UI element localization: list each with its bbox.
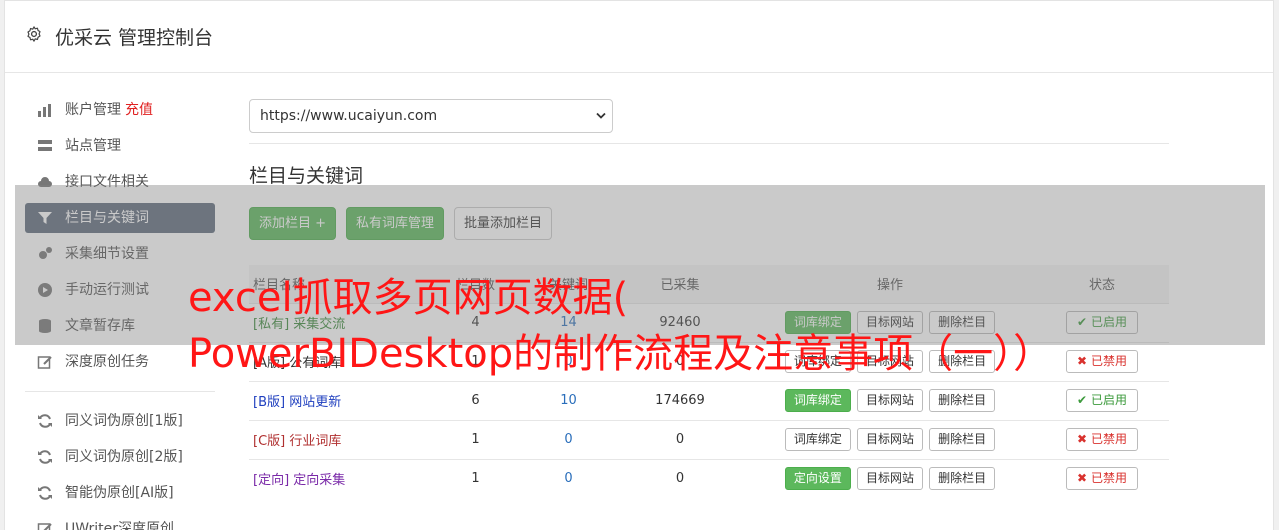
- lexicon-bind-button[interactable]: 定向设置: [784, 467, 851, 491]
- overlay-line-2: PowerBIDesktop的制作流程及注意事项（一））: [188, 331, 1054, 377]
- bar-chart-icon: [38, 104, 51, 117]
- delete-column-button[interactable]: 删除栏目: [929, 467, 996, 491]
- column-tag: [B版]: [253, 395, 286, 410]
- ops-cell: 词库绑定 目标网站 删除栏目: [745, 380, 1035, 420]
- table-row: [C版] 行业词库 1 0 0 词库绑定 目标网站 删除栏目 ✖ 已禁用: [249, 419, 1169, 459]
- ops-cell: 定向设置 目标网站 删除栏目: [745, 458, 1035, 498]
- close-icon: ✖: [1077, 471, 1088, 486]
- column-tag: [定向]: [253, 473, 290, 489]
- target-site-button[interactable]: 目标网站: [856, 467, 923, 491]
- ops-cell: 词库绑定 目标网站 删除栏目: [745, 419, 1035, 459]
- table-row: [定向] 定向采集 1 0 0 定向设置 目标网站 删除栏目 ✖ 已禁用: [249, 458, 1169, 498]
- column-name-cell[interactable]: [定向] 定向采集: [249, 458, 429, 498]
- chevron-down-icon: [596, 112, 606, 119]
- refresh-icon: [38, 414, 52, 428]
- delete-column-button[interactable]: 删除栏目: [929, 428, 996, 451]
- keyword-count-link[interactable]: 10: [522, 380, 615, 420]
- site-select[interactable]: https://www.ucaiyun.com: [249, 99, 613, 133]
- collected-count: 0: [615, 419, 745, 459]
- edit-icon: [37, 523, 52, 530]
- sidebar-divider: [25, 391, 215, 392]
- lexicon-bind-button[interactable]: 词库绑定: [784, 389, 851, 412]
- sidebar-item-label: 同义词伪原创[1版]: [65, 413, 183, 429]
- column-name: 定向采集: [293, 473, 346, 489]
- sidebar-item-uwriter[interactable]: UWriter深度原创: [25, 514, 215, 530]
- site-select-value: https://www.ucaiyun.com: [260, 108, 438, 124]
- sidebar-item-account[interactable]: 账户管理 充值: [25, 95, 215, 125]
- overlay-line-1: excel抓取多页网页数据(: [188, 275, 629, 321]
- status-label: 已禁用: [1090, 471, 1127, 486]
- status-toggle-button[interactable]: ✔ 已启用: [1066, 389, 1138, 412]
- column-name-cell[interactable]: [B版] 网站更新: [249, 380, 429, 420]
- recharge-link[interactable]: 充值: [125, 102, 153, 118]
- close-icon: ✖: [1077, 432, 1088, 446]
- server-icon: [38, 140, 52, 151]
- page-title: 优采云 管理控制台: [55, 27, 214, 49]
- edit-icon: [37, 356, 52, 369]
- sidebar-item-label: 账户管理: [65, 102, 121, 118]
- column-count: 1: [429, 419, 522, 459]
- target-site-button[interactable]: 目标网站: [856, 389, 923, 412]
- status-label: 已禁用: [1090, 432, 1127, 446]
- divider: [249, 143, 1169, 144]
- sidebar-item-synonym-v2[interactable]: 同义词伪原创[2版]: [25, 442, 215, 472]
- keyword-count-link[interactable]: 0: [522, 419, 615, 459]
- sidebar-item-label: UWriter深度原创: [65, 521, 174, 530]
- collected-count: 0: [615, 458, 745, 498]
- status-cell: ✔ 已启用: [1035, 380, 1169, 420]
- keyword-count-link[interactable]: 0: [522, 458, 615, 498]
- section-title: 栏目与关键词: [249, 165, 364, 187]
- column-tag: [C版]: [253, 434, 286, 449]
- column-name: 行业词库: [289, 434, 342, 449]
- sidebar-item-label: 智能伪原创[AI版]: [65, 485, 174, 501]
- column-name-cell[interactable]: [C版] 行业词库: [249, 419, 429, 459]
- column-count: 6: [429, 380, 522, 420]
- delete-column-button[interactable]: 删除栏目: [929, 389, 996, 412]
- check-icon: ✔: [1077, 393, 1088, 407]
- sidebar-item-sites[interactable]: 站点管理: [25, 131, 215, 161]
- sidebar-item-label: 同义词伪原创[2版]: [65, 449, 183, 465]
- lexicon-bind-button[interactable]: 词库绑定: [784, 428, 851, 451]
- status-label: 已启用: [1090, 393, 1127, 407]
- overlay-title: excel抓取多页网页数据( PowerBIDesktop的制作流程及注意事项（…: [188, 270, 1188, 382]
- target-site-button[interactable]: 目标网站: [856, 428, 923, 451]
- collected-count: 174669: [615, 380, 745, 420]
- sidebar-item-deep-original[interactable]: 深度原创任务: [25, 347, 215, 377]
- sidebar-item-label: 深度原创任务: [65, 354, 149, 370]
- status-cell: ✖ 已禁用: [1035, 419, 1169, 459]
- gear-icon: [27, 26, 41, 42]
- header: 优采云 管理控制台: [5, 1, 1273, 73]
- status-toggle-button[interactable]: ✖ 已禁用: [1066, 467, 1138, 491]
- sidebar-item-ai-rewrite[interactable]: 智能伪原创[AI版]: [25, 478, 215, 508]
- table-row: [B版] 网站更新 6 10 174669 词库绑定 目标网站 删除栏目 ✔ 已启用: [249, 380, 1169, 420]
- column-name: 网站更新: [289, 395, 342, 410]
- sidebar-item-label: 站点管理: [65, 138, 121, 154]
- refresh-icon: [38, 486, 52, 500]
- refresh-icon: [38, 450, 52, 464]
- sidebar-item-synonym-v1[interactable]: 同义词伪原创[1版]: [25, 406, 215, 436]
- status-toggle-button[interactable]: ✖ 已禁用: [1066, 428, 1138, 451]
- status-cell: ✖ 已禁用: [1035, 458, 1169, 498]
- column-count: 1: [429, 458, 522, 498]
